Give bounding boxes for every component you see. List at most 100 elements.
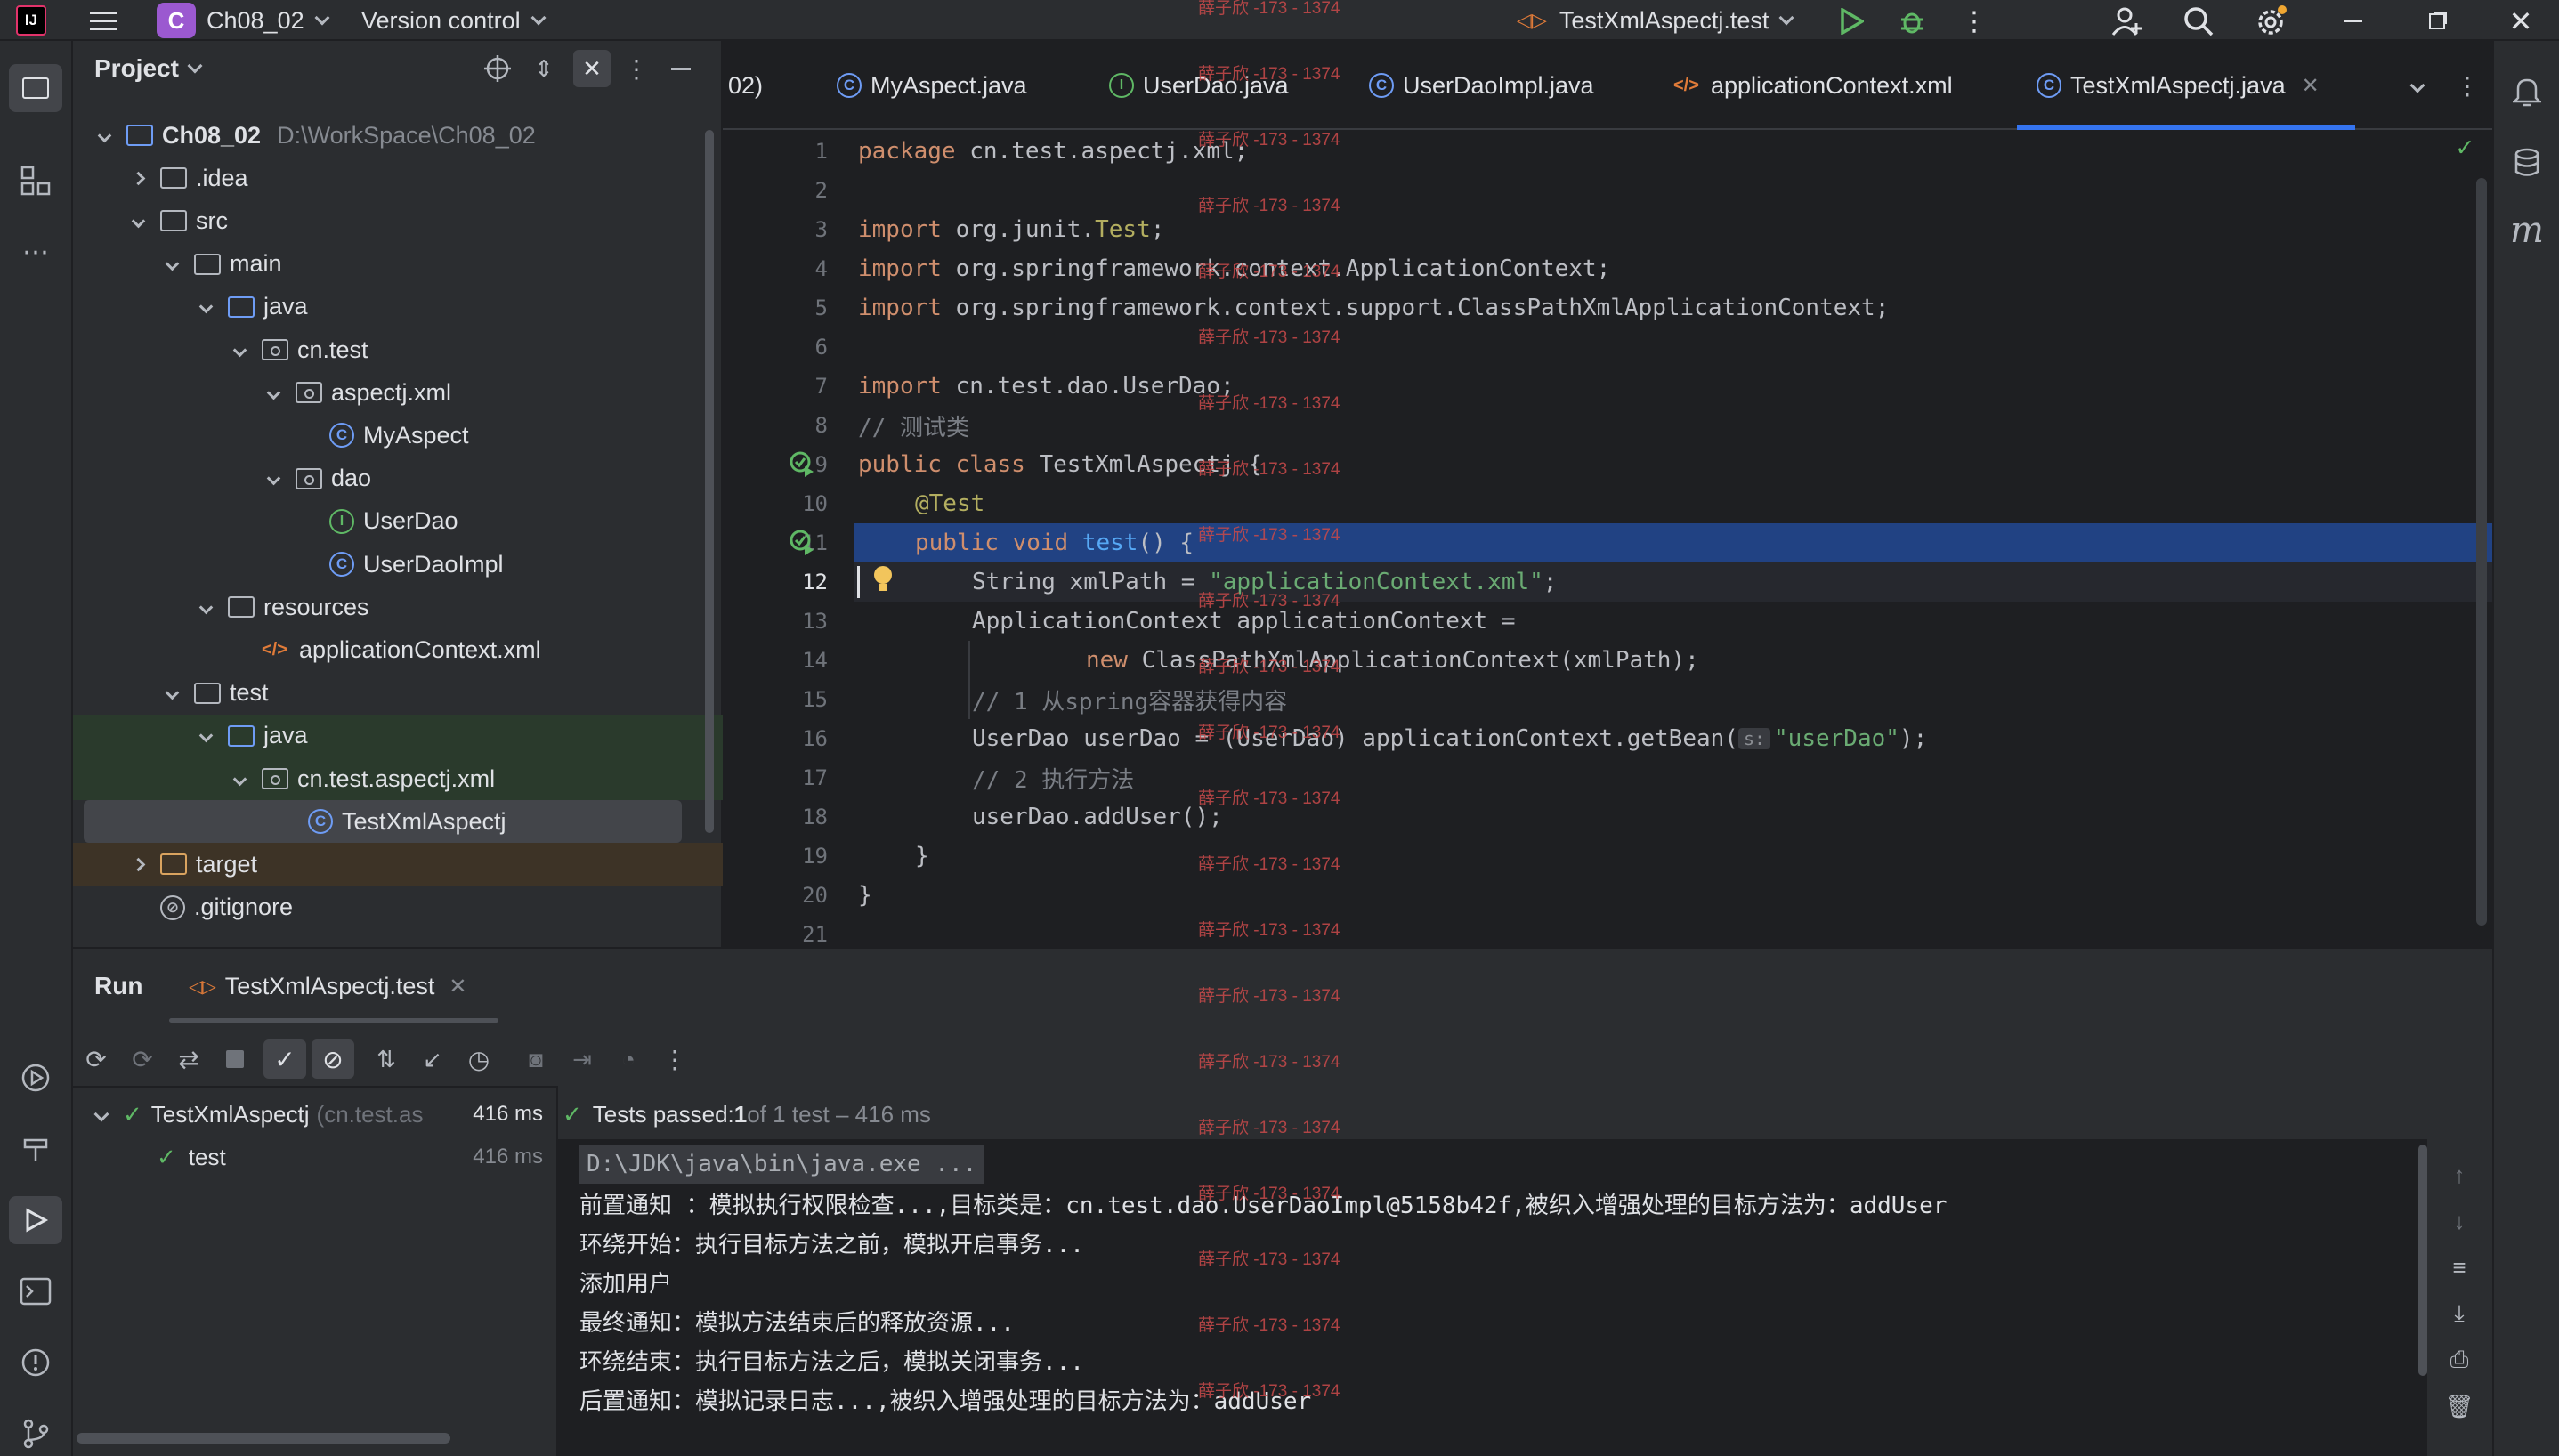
panel-options-icon[interactable]: ⋮ [620,52,653,85]
console-command[interactable]: D:\JDK\java\bin\java.exe ... [579,1145,984,1184]
scroll-to-end-icon[interactable]: ⤓ [2442,1296,2477,1331]
chevron-down-icon[interactable] [263,469,283,489]
tree-item[interactable]: </> applicationContext.xml [73,628,723,671]
chevron-down-icon[interactable] [94,125,114,145]
search-icon[interactable] [2181,4,2216,39]
show-passed-icon[interactable]: ✓ [263,1039,306,1079]
chevron-down-icon[interactable] [162,255,182,274]
screenshot-icon[interactable]: ◙ [513,1038,559,1080]
project-panel-header[interactable]: Project [94,41,203,96]
toggle-auto-test-icon[interactable]: ⇄ [166,1038,212,1080]
database-tool-icon[interactable] [2503,139,2551,187]
editor-scrollbar[interactable] [2476,178,2487,926]
tree-item[interactable]: aspectj.xml [73,371,723,414]
tab-truncated[interactable]: 02) [728,41,763,130]
debug-icon[interactable] [1896,5,1928,37]
history-icon[interactable]: ◷ [456,1038,502,1080]
print-icon[interactable]: ⎙ [2442,1342,2477,1378]
tree-item[interactable]: src [73,199,723,242]
tree-item[interactable]: I UserDao [73,500,723,543]
tab-userdaoimpl[interactable]: C UserDaoImpl.java [1369,41,1594,130]
run-test-gutter-icon[interactable] [789,450,815,483]
add-user-icon[interactable] [2110,4,2145,39]
test-row-method[interactable]: ✓ test 416 ms [93,1136,555,1178]
sort-icon[interactable]: ⇅ [363,1038,409,1080]
chevron-down-icon[interactable] [230,769,249,789]
tree-item[interactable]: .idea [73,157,723,199]
main-menu-icon[interactable] [87,5,119,36]
more-tools-icon[interactable]: ⋯ [9,228,62,276]
tree-item[interactable]: C UserDaoImpl [73,543,723,586]
tree-item[interactable]: C TestXmlAspectj [84,800,682,844]
tree-item[interactable]: resources [73,586,723,628]
clear-console-icon[interactable]: 🗑 [2442,1388,2477,1424]
version-control-menu[interactable]: Version control [361,0,547,41]
git-tool-icon[interactable] [9,1410,62,1456]
tab-myaspect[interactable]: C MyAspect.java [837,41,1027,130]
test-row-class[interactable]: ✓ TestXmlAspectj (cn.test.as 416 ms [93,1093,555,1136]
tree-item[interactable]: target [73,843,723,886]
rerun-failed-icon[interactable]: ⟳ [119,1038,166,1080]
chevron-down-icon[interactable] [128,211,148,231]
close-tab-icon[interactable]: ✕ [2302,73,2320,99]
settings-gear-icon[interactable] [2254,4,2289,39]
chevron-right-icon[interactable] [128,854,148,874]
test-tree-scrollbar[interactable] [77,1433,450,1444]
more-actions-icon[interactable]: ⋮ [1958,5,1990,37]
project-switcher[interactable]: C Ch08_02 [157,0,330,41]
tree-item[interactable]: java [73,286,723,328]
tree-item[interactable]: cn.test [73,328,723,371]
coverage-icon[interactable]: ◔ [605,1038,652,1080]
chevron-right-icon[interactable] [128,168,148,188]
build-tool-icon[interactable] [9,1125,62,1173]
run-icon[interactable] [1835,5,1867,37]
soft-wrap-icon[interactable]: ≡ [2442,1250,2477,1285]
tab-applicationcontext[interactable]: </> applicationContext.xml [1673,41,1953,130]
locate-file-icon[interactable] [481,52,514,85]
minimize-icon[interactable] [2336,5,2371,37]
rerun-icon[interactable]: ⟳ [73,1038,119,1080]
console-scrollbar[interactable] [2418,1145,2427,1376]
show-ignored-icon[interactable]: ⊘ [312,1039,354,1079]
tree-item[interactable]: ⊘ .gitignore [73,886,723,929]
expand-all-icon[interactable]: ⇕ [527,52,561,85]
scroll-up-icon[interactable]: ↑ [2442,1157,2477,1193]
chevron-down-icon[interactable] [196,726,215,746]
tree-item[interactable]: test [73,672,723,715]
maven-tool-icon[interactable]: m [2503,206,2551,255]
tree-item[interactable]: main [73,243,723,286]
chevron-down-icon[interactable] [230,340,249,360]
chevron-down-icon[interactable] [263,383,283,402]
console-output[interactable]: D:\JDK\java\bin\java.exe ... 前置通知 ：模拟执行权… [558,1139,2427,1456]
intention-bulb-icon[interactable] [872,564,895,598]
close-run-tab-icon[interactable]: ✕ [449,974,466,999]
run-test-gutter-icon[interactable] [789,529,815,562]
problems-tool-icon[interactable] [9,1339,62,1387]
terminal-tool-icon[interactable] [9,1267,62,1315]
code-editor[interactable]: package cn.test.aspectj.xml; import org.… [854,130,2492,947]
chevron-down-icon[interactable] [196,297,215,317]
tab-list-chevron-icon[interactable] [2400,68,2435,103]
notifications-bell-icon[interactable] [2503,68,2551,116]
export-icon[interactable]: ⇥ [559,1038,605,1080]
tree-item[interactable]: dao [73,457,723,500]
chevron-down-icon[interactable] [162,684,182,703]
scroll-down-icon[interactable]: ↓ [2442,1203,2477,1239]
tree-item[interactable]: C MyAspect [73,414,723,457]
run-config-selector[interactable]: ◁▷ TestXmlAspectj.test [1517,0,1794,41]
run-tool-icon[interactable] [9,1196,62,1244]
restore-icon[interactable] [2419,5,2455,37]
close-window-icon[interactable]: ✕ [2503,4,2539,39]
tab-options-icon[interactable]: ⋮ [2450,68,2485,103]
tree-item[interactable]: java [73,714,723,757]
tree-item[interactable]: cn.test.aspectj.xml [73,757,723,800]
hide-panel-icon[interactable] [664,52,698,85]
stop-icon[interactable] [212,1038,258,1080]
run-tab[interactable]: ◁▷ TestXmlAspectj.test ✕ [189,949,466,1023]
tab-testxmlaspectj[interactable]: C TestXmlAspectj.java ✕ [2017,41,2355,130]
chevron-down-icon[interactable] [196,597,215,617]
tree-item[interactable]: Ch08_02 D:\WorkSpace\Ch08_02 [73,114,723,157]
collapse-all-icon[interactable]: ✕ [573,50,611,87]
project-tool-icon[interactable] [9,64,62,112]
structure-tool-icon[interactable] [9,157,62,205]
